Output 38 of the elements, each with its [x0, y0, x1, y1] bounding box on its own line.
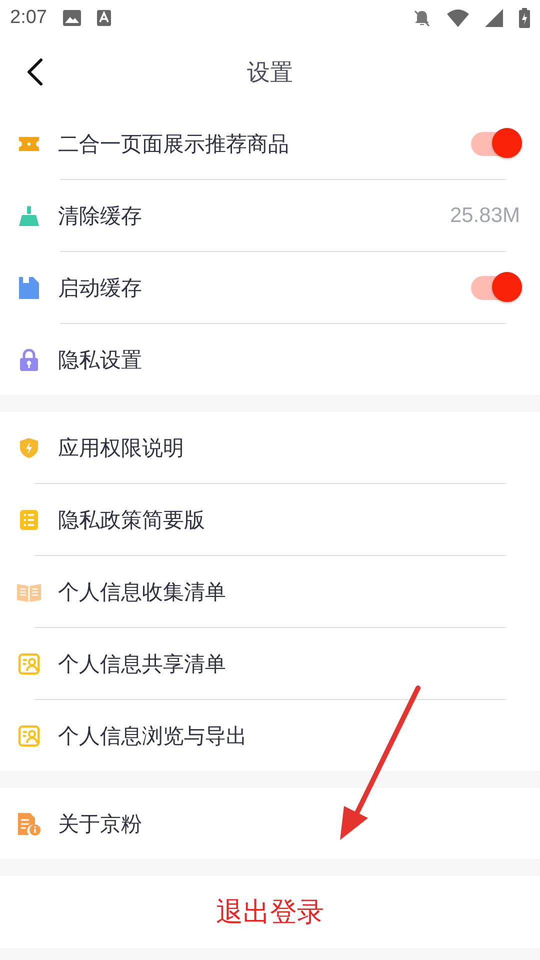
item-label: 隐私政策简要版: [58, 506, 205, 534]
status-time: 2:07: [10, 7, 47, 29]
settings-item[interactable]: 二合一页面展示推荐商品: [0, 108, 540, 179]
cache-size: 25.83M: [450, 204, 520, 228]
signal-icon: [485, 9, 503, 27]
contact-card-icon: [17, 724, 41, 746]
settings-item[interactable]: 应用权限说明: [0, 412, 540, 483]
settings-item[interactable]: 隐私设置: [0, 324, 540, 395]
battery-icon: [519, 8, 530, 28]
settings-item[interactable]: 个人信息共享清单: [0, 628, 540, 699]
item-label: 二合一页面展示推荐商品: [58, 130, 289, 158]
settings-item[interactable]: 个人信息浏览与导出: [0, 700, 540, 771]
lock-icon: [17, 348, 41, 370]
item-label: 清除缓存: [58, 202, 142, 230]
item-label: 隐私设置: [58, 346, 142, 374]
shield-icon: [17, 436, 41, 458]
settings-item[interactable]: 清除缓存 25.83M: [0, 180, 540, 251]
ticket-icon: [17, 136, 41, 150]
page-title: 设置: [247, 58, 293, 88]
font-icon: [96, 10, 111, 26]
settings-item[interactable]: 隐私政策简要版: [0, 484, 540, 555]
settings-item[interactable]: 个人信息收集清单: [0, 556, 540, 627]
list-icon: [17, 508, 41, 530]
contact-card-icon: [17, 652, 41, 674]
item-label: 个人信息收集清单: [58, 578, 226, 606]
back-icon[interactable]: [26, 58, 44, 86]
settings-item[interactable]: 启动缓存: [0, 252, 540, 323]
wifi-icon: [447, 9, 469, 27]
document-info-icon: [17, 812, 41, 836]
item-label: 关于京粉: [58, 810, 142, 838]
item-label: 个人信息共享清单: [58, 650, 226, 678]
bell-off-icon: [413, 9, 431, 27]
item-label: 个人信息浏览与导出: [58, 722, 247, 750]
settings-item[interactable]: 关于京粉: [0, 788, 540, 859]
item-label: 启动缓存: [58, 274, 142, 302]
image-icon: [62, 10, 81, 26]
broom-icon: [17, 204, 41, 226]
item-label: 应用权限说明: [58, 434, 184, 462]
